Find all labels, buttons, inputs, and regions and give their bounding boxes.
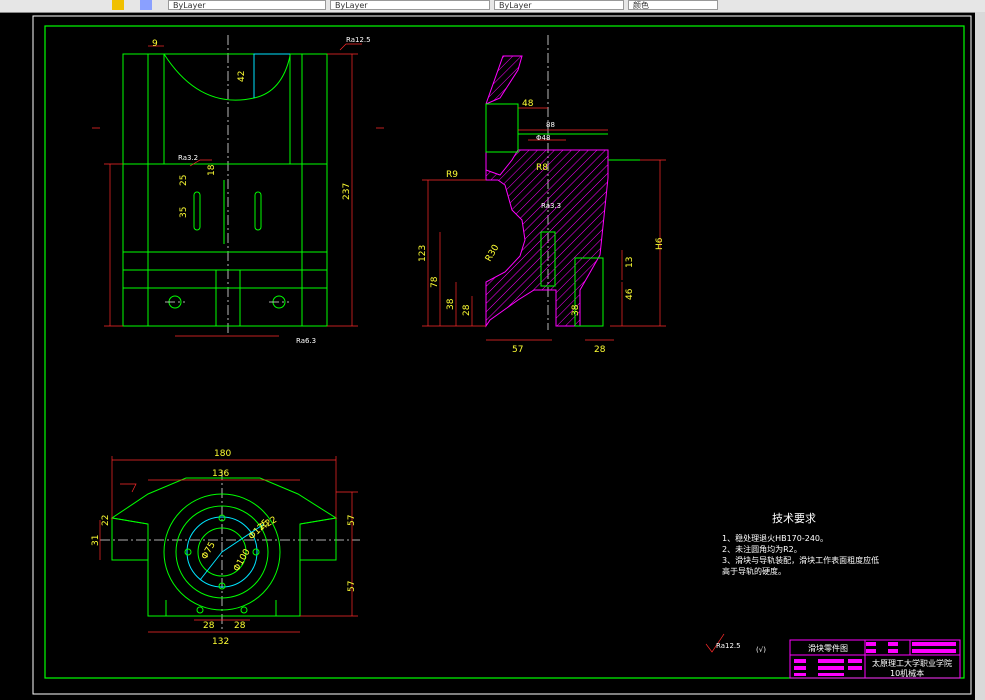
dim-9: 9 bbox=[152, 39, 158, 49]
plotstyle-value: 颜色 bbox=[633, 1, 649, 10]
linetype-value: ByLayer bbox=[335, 1, 368, 10]
dim-r30: R30 bbox=[484, 243, 502, 264]
technical-notes: 技术要求 1、稳处理退火HB170-240。 2、未注圆角均为R2。 3、滑块与… bbox=[722, 512, 879, 576]
rough-side: Ra3.3 bbox=[541, 202, 561, 210]
rough-mid: Ra3.2 bbox=[178, 154, 198, 162]
dim-28: 28 bbox=[462, 304, 472, 316]
dim-57b: 57 bbox=[347, 581, 357, 592]
dim-88: 88 bbox=[546, 121, 555, 129]
dim-phi100: Φ100 bbox=[232, 547, 253, 573]
inner-frame bbox=[44, 25, 965, 679]
dim-35: 35 bbox=[179, 207, 189, 218]
layer-tool-icon[interactable] bbox=[112, 0, 124, 10]
front-view: 9 42 Ra12.5 Ra3.2 25 18 35 237 Ra6.3 bbox=[92, 35, 384, 345]
dim-28b: 28 bbox=[594, 345, 606, 355]
dim-57: 57 bbox=[512, 345, 523, 355]
dim-r8: R8 bbox=[536, 163, 548, 173]
dim-180: 180 bbox=[214, 449, 231, 459]
color-value: ByLayer bbox=[173, 1, 206, 10]
dim-25: 25 bbox=[179, 175, 189, 186]
dim-18: 18 bbox=[207, 164, 217, 176]
lineweight-value: ByLayer bbox=[499, 1, 532, 10]
side-section-view: 48 88 Φ48 R9 R8 R30 Ra3.3 123 78 38 28 3… bbox=[418, 35, 666, 355]
plotstyle-dropdown[interactable]: 颜色 bbox=[628, 0, 718, 10]
linetype-dropdown[interactable]: ByLayer bbox=[330, 0, 490, 10]
roughness-symbol: Ra12.5 (√) bbox=[705, 633, 766, 654]
dim-46: 46 bbox=[625, 288, 635, 300]
dim-237: 237 bbox=[342, 183, 352, 200]
dim-78: 78 bbox=[430, 276, 440, 288]
drawing-canvas[interactable]: 9 42 Ra12.5 Ra3.2 25 18 35 237 Ra6.3 48 … bbox=[0, 12, 975, 700]
notes-line-2: 2、未注圆角均为R2。 bbox=[722, 544, 802, 554]
dim-31: 31 bbox=[91, 535, 101, 546]
top-view: 180 136 132 28 28 57 57 31 22 R22 Φ75 Φ1… bbox=[91, 449, 360, 647]
part-name: 滑块零件图 bbox=[808, 643, 848, 653]
vertical-scrollbar[interactable] bbox=[975, 12, 985, 700]
dim-28c: 28 bbox=[234, 621, 246, 631]
dim-phi75: Φ75 bbox=[200, 540, 218, 561]
dim-38: 38 bbox=[446, 298, 456, 310]
rough-top: Ra12.5 bbox=[346, 36, 371, 44]
dim-13: 13 bbox=[625, 257, 635, 268]
dim-28a: 28 bbox=[203, 621, 215, 631]
notes-title: 技术要求 bbox=[772, 512, 816, 525]
notes-line-4: 高于导轨的硬度。 bbox=[722, 566, 786, 576]
dim-42: 42 bbox=[237, 71, 247, 82]
roughness-value: Ra12.5 bbox=[716, 642, 741, 650]
dim-132: 132 bbox=[212, 637, 229, 647]
lineweight-dropdown[interactable]: ByLayer bbox=[494, 0, 624, 10]
school-name: 太原理工大学职业学院 bbox=[872, 658, 952, 668]
dim-h6: H6 bbox=[655, 237, 665, 250]
title-block: 滑块零件图 太原理工大学职业学院 10机械本 bbox=[789, 639, 961, 679]
roughness-paren: (√) bbox=[756, 646, 766, 654]
notes-line-3: 3、滑块与导轨装配，滑块工作表面粗度应低 bbox=[722, 555, 879, 565]
dim-22: 22 bbox=[101, 515, 111, 526]
dim-38b: 38 bbox=[571, 304, 581, 316]
dim-r9: R9 bbox=[446, 170, 458, 180]
dim-136: 136 bbox=[212, 469, 229, 479]
dim-48: 48 bbox=[522, 99, 534, 109]
layer-state-icon[interactable] bbox=[140, 0, 152, 10]
rough-bottom: Ra6.3 bbox=[296, 337, 316, 345]
class-name: 10机械本 bbox=[890, 668, 924, 678]
color-dropdown[interactable]: ByLayer bbox=[168, 0, 326, 10]
dim-57a: 57 bbox=[347, 515, 357, 526]
dim-phi48: Φ48 bbox=[536, 134, 550, 142]
dim-123: 123 bbox=[418, 245, 428, 262]
notes-line-1: 1、稳处理退火HB170-240。 bbox=[722, 533, 828, 543]
outer-frame bbox=[32, 15, 972, 695]
